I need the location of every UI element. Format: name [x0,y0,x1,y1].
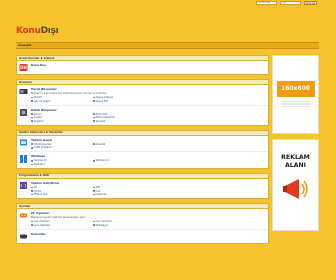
forum-row: Dahili Bileşenler İşlemci Ekran Kartı An… [17,106,268,125]
forum-row: Konsollar [17,230,268,243]
category-block: Programlama & Web Yazılım Geliştirme C# … [16,172,269,200]
forum-row: Yazılım Geliştirme C# PHP Python Java HT… [17,179,268,198]
subforum-link[interactable]: Grafik & Tasarım [31,146,89,149]
forum-row: Yazılım Genel Ofis Programları Güvenlik … [17,136,268,153]
forum-description: Bilgisayar oyunları hakkında genel payla… [31,216,86,220]
subforum-link[interactable]: PHP [93,186,151,189]
ad-space-text: REKLAM ALANI [281,154,310,170]
ad-size-label: 160x600 [276,80,315,97]
nav-bar: Anasayfa [16,42,319,49]
ad-space-banner[interactable]: REKLAM ALANI [272,139,319,231]
software-icon [19,138,28,147]
subforum-link[interactable]: Yazıcı & Tarayıcı [31,100,89,103]
subforum-link[interactable]: Oyun Sorunları [93,220,151,223]
subforum-list: Oyun Önerileri Oyun Sorunları Oyun Haber… [31,220,151,227]
logo-part1: Konu [16,26,41,36]
subforum-link[interactable]: Monitör [31,96,89,99]
forum-title[interactable]: Yazılım Genel [31,138,266,142]
subforum-link[interactable]: Oyun Önerileri [31,220,89,223]
subforum-link[interactable]: Soğutma [31,120,89,123]
megaphone-icon [281,174,311,205]
username-input[interactable] [256,1,277,5]
category-block: Genel Konular & Sohbet DH Konu Dışı [16,55,269,75]
category-block: Oyunlar PC Oyunları Bilgisayar oyunları … [16,203,269,244]
subforum-list: İşlemci Ekran Kartı Anakart RAM & Depola… [31,113,151,123]
console-icon [19,232,28,241]
ssd-icon [19,87,28,96]
hdd-icon [19,108,28,117]
subforum-link[interactable]: JavaScript [93,193,151,196]
password-input[interactable] [280,1,301,5]
login-form: Giriş Yap [256,1,317,5]
subforum-link[interactable]: Anakart [31,116,89,119]
subforum-link[interactable]: Ekran Kartı [93,113,151,116]
login-button[interactable]: Giriş Yap [304,1,317,5]
site-header: KonuDışı [16,26,319,40]
subforum-link[interactable]: C# [31,186,89,189]
subforum-link[interactable]: Windows 11 [93,159,151,162]
forum-title[interactable]: Dahili Bileşenler [31,108,266,112]
forum-description: Bilgisayar ve ağ donanımları hakkında ko… [31,92,107,95]
logo-part2: Dışı [40,26,59,36]
subforum-list: Ofis Programları Güvenlik Grafik & Tasar… [31,143,151,150]
forum-title[interactable]: PC Oyunları [31,211,266,215]
windows-icon [19,154,28,163]
ad-line2: ALANI [284,162,306,169]
subforum-link[interactable]: Ofis Programları [31,143,89,146]
nav-forum-link[interactable]: Anasayfa [18,44,31,47]
sidebar: 160x600 REKLAM ALANI [272,55,319,231]
forum-row: PC Oyunları Bilgisayar oyunları hakkında… [17,209,268,230]
ad-banner-160x600[interactable]: 160x600 [272,55,319,134]
category-block: İşletim Sistemleri & Yazılımlar Yazılım … [16,129,269,169]
subforum-link[interactable]: Multiplayer [93,224,151,227]
subforum-list: Windows 10 Windows 11 Windows 7 [31,159,151,166]
subforum-link[interactable]: Windows 10 [31,159,89,162]
subforum-list: C# PHP Python Java HTML & CSS JavaScript [31,186,151,196]
subforum-list: Monitör Klavye & Mouse Yazıcı & Tarayıcı… [31,96,151,103]
site-logo[interactable]: KonuDışı [16,26,319,36]
ad-line1: REKLAM [281,154,310,161]
game-icon [19,211,28,220]
forum-title[interactable]: Windows [31,154,266,158]
subforum-link[interactable]: İşlemci [31,113,89,116]
subforum-link[interactable]: Java [93,190,151,193]
subforum-link[interactable]: RAM & Depolama [93,116,151,119]
subforum-link[interactable]: Oyun Haberleri [31,224,89,227]
top-bar: Giriş Yap [0,0,336,8]
forum-title[interactable]: Harici Bileşenler [31,87,266,91]
code-icon [19,181,28,190]
forum-title[interactable]: Konsollar [31,232,266,236]
subforum-link[interactable]: Güvenlik [93,143,151,146]
forum-title[interactable]: Konu Dışı [31,63,266,67]
subforum-link[interactable]: Kasa & PSU [93,100,151,103]
subforum-link[interactable]: Klavye & Mouse [93,96,151,99]
forum-title[interactable]: Yazılım Geliştirme [31,181,266,185]
forum-row: Windows Windows 10 Windows 11 Windows 7 [17,152,268,168]
svg-text:DH: DH [20,65,27,70]
forum-logo-icon: DH [19,63,28,72]
ad-placeholder-lines [280,100,311,109]
forum-list: Genel Konular & Sohbet DH Konu Dışı Dona… [16,55,269,280]
forum-row: DH Konu Dışı [17,61,268,74]
subforum-link[interactable]: Windows 7 [31,163,89,166]
forum-row: Harici Bileşenler Bilgisayar ve ağ donan… [17,85,268,106]
subforum-link[interactable]: Ses Kartı [93,120,151,123]
category-block: Donanım Harici Bileşenler Bilgisayar ve … [16,79,269,126]
subforum-link[interactable]: HTML & CSS [31,193,89,196]
subforum-link[interactable]: Python [31,190,89,193]
